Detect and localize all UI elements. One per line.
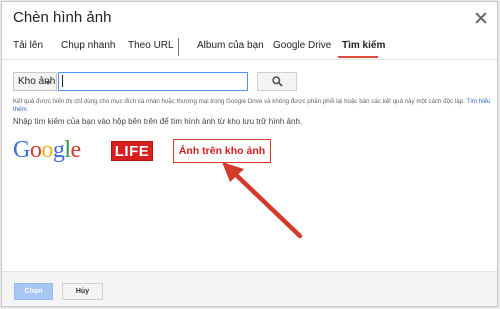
life-logo-text: LIFE [114,143,150,160]
google-logo[interactable]: Google [13,137,81,164]
active-tab-indicator [338,56,378,58]
text-cursor [62,75,63,87]
search-prompt: Nhập tìm kiếm của bạn vào hộp bên trên đ… [13,117,303,126]
search-input[interactable] [58,72,248,91]
dialog-footer: Chọn Hủy [2,271,497,306]
search-button[interactable] [257,72,297,91]
insert-image-dialog: Chèn hình ảnh Tải lên Chụp nhanh Theo UR… [1,1,498,307]
select-button[interactable]: Chọn [14,283,53,300]
tab-bar: Tải lên Chụp nhanh Theo URL Album của bạ… [2,34,497,60]
cancel-button[interactable]: Hủy [62,283,103,300]
image-source-dropdown[interactable]: Kho ảnh [13,72,57,91]
stock-image-library-label: Ảnh trên kho ảnh [178,145,266,157]
usage-notice: Kết quả được hiển thị chỉ dùng cho mục đ… [13,98,491,114]
search-icon [272,76,283,87]
tab-google-drive[interactable]: Google Drive [273,40,331,51]
stock-image-library-option[interactable]: Ảnh trên kho ảnh [173,139,271,163]
tab-upload[interactable]: Tải lên [13,40,43,51]
close-icon[interactable] [474,11,488,25]
life-logo[interactable]: LIFE [111,141,153,161]
chevron-down-icon [45,81,51,85]
tab-divider [178,38,179,56]
tab-by-url[interactable]: Theo URL [128,40,174,51]
tab-snapshot[interactable]: Chụp nhanh [61,40,116,51]
tab-your-albums[interactable]: Album của bạn [197,40,264,51]
tab-search[interactable]: Tìm kiếm [342,40,385,51]
usage-notice-text: Kết quả được hiển thị chỉ dùng cho mục đ… [13,98,465,105]
dialog-title: Chèn hình ảnh [13,9,112,26]
